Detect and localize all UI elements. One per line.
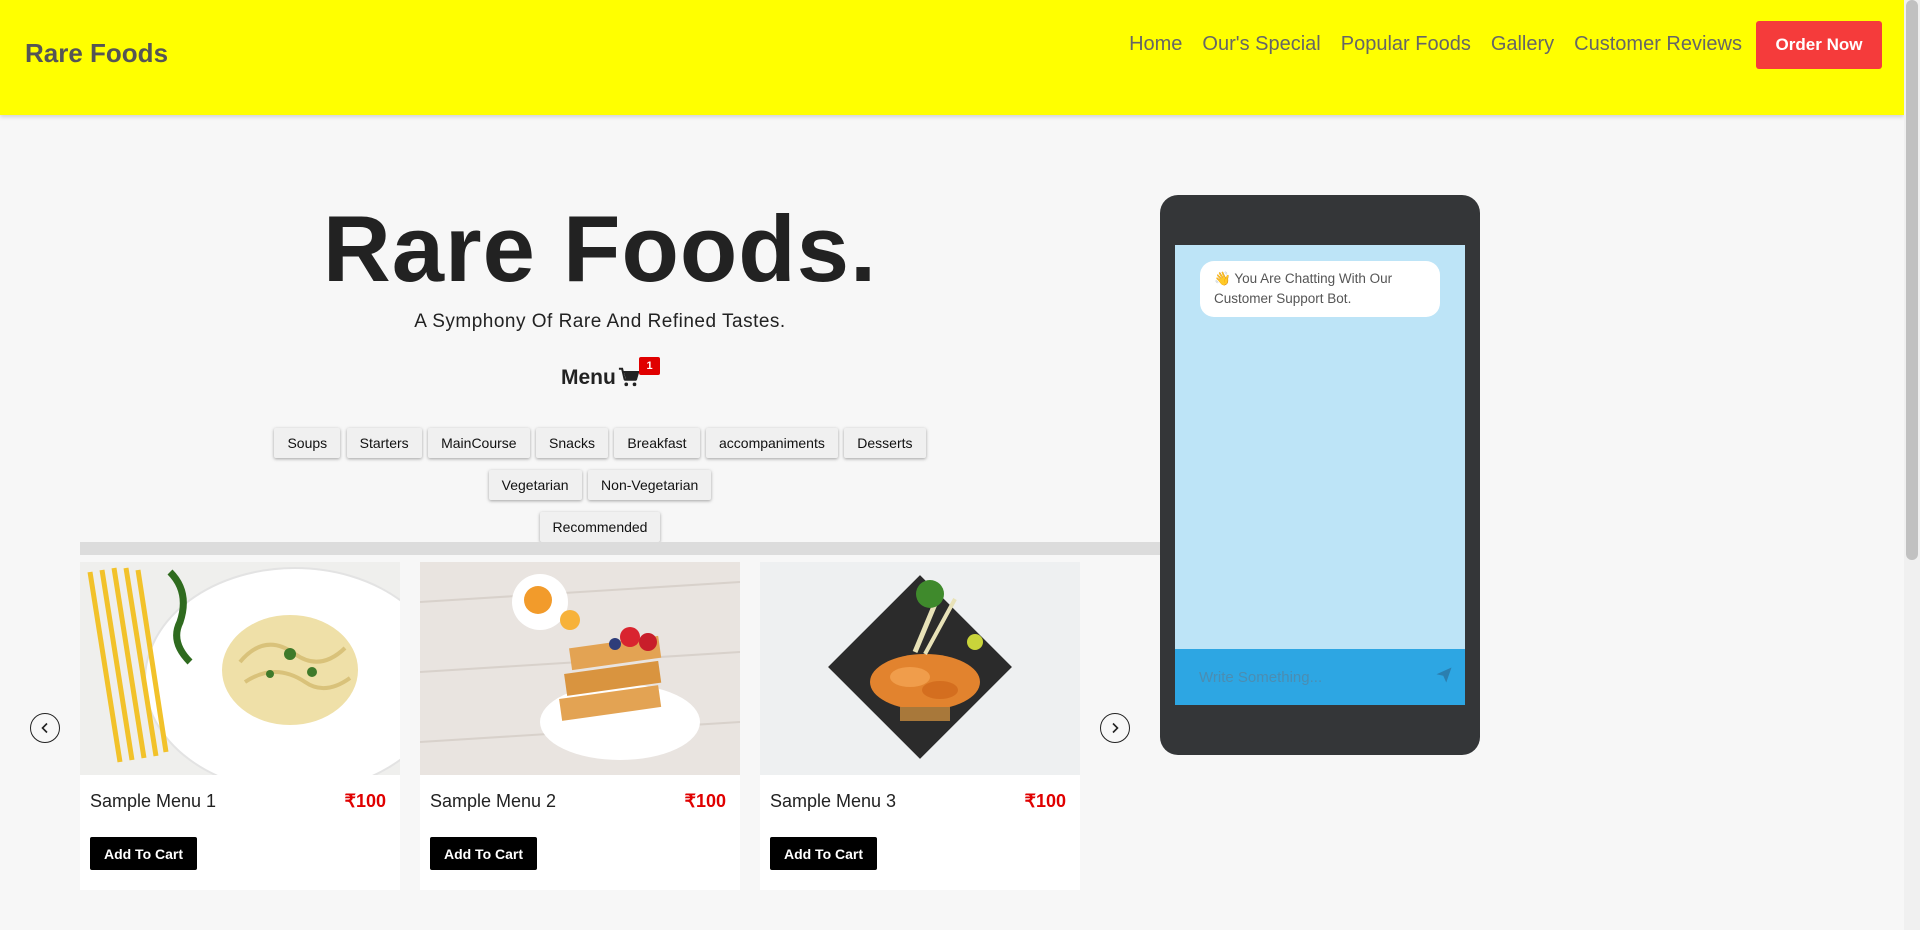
chat-input-placeholder[interactable]: Write Something... xyxy=(1199,669,1322,686)
category-filters: Soups Starters MainCourse Snacks Breakfa… xyxy=(0,428,1200,458)
carousel-prev-button[interactable] xyxy=(30,713,60,743)
nav-home[interactable]: Home xyxy=(1129,32,1182,56)
filter-soups[interactable]: Soups xyxy=(274,428,341,458)
menu-card: Sample Menu 3 ₹100 Add To Cart xyxy=(760,562,1080,890)
hero-subtitle: A Symphony Of Rare And Refined Tastes. xyxy=(414,311,786,332)
menu-item-name: Sample Menu 1 xyxy=(90,791,217,811)
main-nav: Home Our's Special Popular Foods Gallery… xyxy=(1129,32,1742,56)
filter-non-vegetarian[interactable]: Non-Vegetarian xyxy=(588,470,712,500)
add-to-cart-button[interactable]: Add To Cart xyxy=(430,837,537,870)
filter-breakfast[interactable]: Breakfast xyxy=(614,428,700,458)
menu-item-price: ₹100 xyxy=(684,791,726,811)
chevron-left-icon xyxy=(41,722,48,734)
add-to-cart-button[interactable]: Add To Cart xyxy=(90,837,197,870)
chevron-right-icon xyxy=(1112,722,1119,734)
filter-maincourse[interactable]: MainCourse xyxy=(428,428,530,458)
hero-title: Rare Foods. xyxy=(322,196,878,301)
carousel-next-button[interactable] xyxy=(1100,713,1130,743)
filter-starters[interactable]: Starters xyxy=(346,428,422,458)
bot-greeting-message: 👋 You Are Chatting With Our Customer Sup… xyxy=(1200,261,1440,317)
add-to-cart-button[interactable]: Add To Cart xyxy=(770,837,877,870)
menu-card: Sample Menu 2 ₹100 Add To Cart xyxy=(420,562,740,890)
order-now-button[interactable]: Order Now xyxy=(1756,21,1882,69)
filter-vegetarian[interactable]: Vegetarian xyxy=(488,470,582,500)
pasta-image xyxy=(80,562,400,775)
cart-icon[interactable] xyxy=(618,366,640,388)
menu-item-price: ₹100 xyxy=(1024,791,1066,811)
nav-gallery[interactable]: Gallery xyxy=(1491,32,1554,56)
send-icon[interactable] xyxy=(1435,666,1453,684)
filter-desserts[interactable]: Desserts xyxy=(844,428,926,458)
top-navbar: Rare Foods Home Our's Special Popular Fo… xyxy=(0,0,1904,115)
scrollbar-thumb[interactable] xyxy=(1906,0,1918,560)
diet-filters: Vegetarian Non-Vegetarian xyxy=(0,470,1200,500)
menu-card: Sample Menu 1 ₹100 Add To Cart xyxy=(80,562,400,890)
menu-item-price: ₹100 xyxy=(344,791,386,811)
menu-item-name: Sample Menu 3 xyxy=(770,791,897,811)
filter-recommended[interactable]: Recommended xyxy=(539,512,661,542)
cart-count-badge: 1 xyxy=(639,357,660,375)
menu-heading: Menu xyxy=(561,366,616,389)
recommended-filter-row: Recommended xyxy=(0,512,1200,542)
nav-ours-special[interactable]: Our's Special xyxy=(1202,32,1320,56)
menu-item-name: Sample Menu 2 xyxy=(430,791,557,811)
noodle-dish-image xyxy=(760,562,1080,775)
filter-snacks[interactable]: Snacks xyxy=(536,428,608,458)
waffles-image xyxy=(420,562,740,775)
chat-input-bar[interactable]: Write Something... xyxy=(1175,649,1465,705)
carousel-top-bar xyxy=(80,542,1160,555)
nav-popular-foods[interactable]: Popular Foods xyxy=(1341,32,1471,56)
brand-logo[interactable]: Rare Foods xyxy=(25,38,168,69)
filter-accompaniments[interactable]: accompaniments xyxy=(706,428,838,458)
nav-customer-reviews[interactable]: Customer Reviews xyxy=(1574,32,1742,56)
